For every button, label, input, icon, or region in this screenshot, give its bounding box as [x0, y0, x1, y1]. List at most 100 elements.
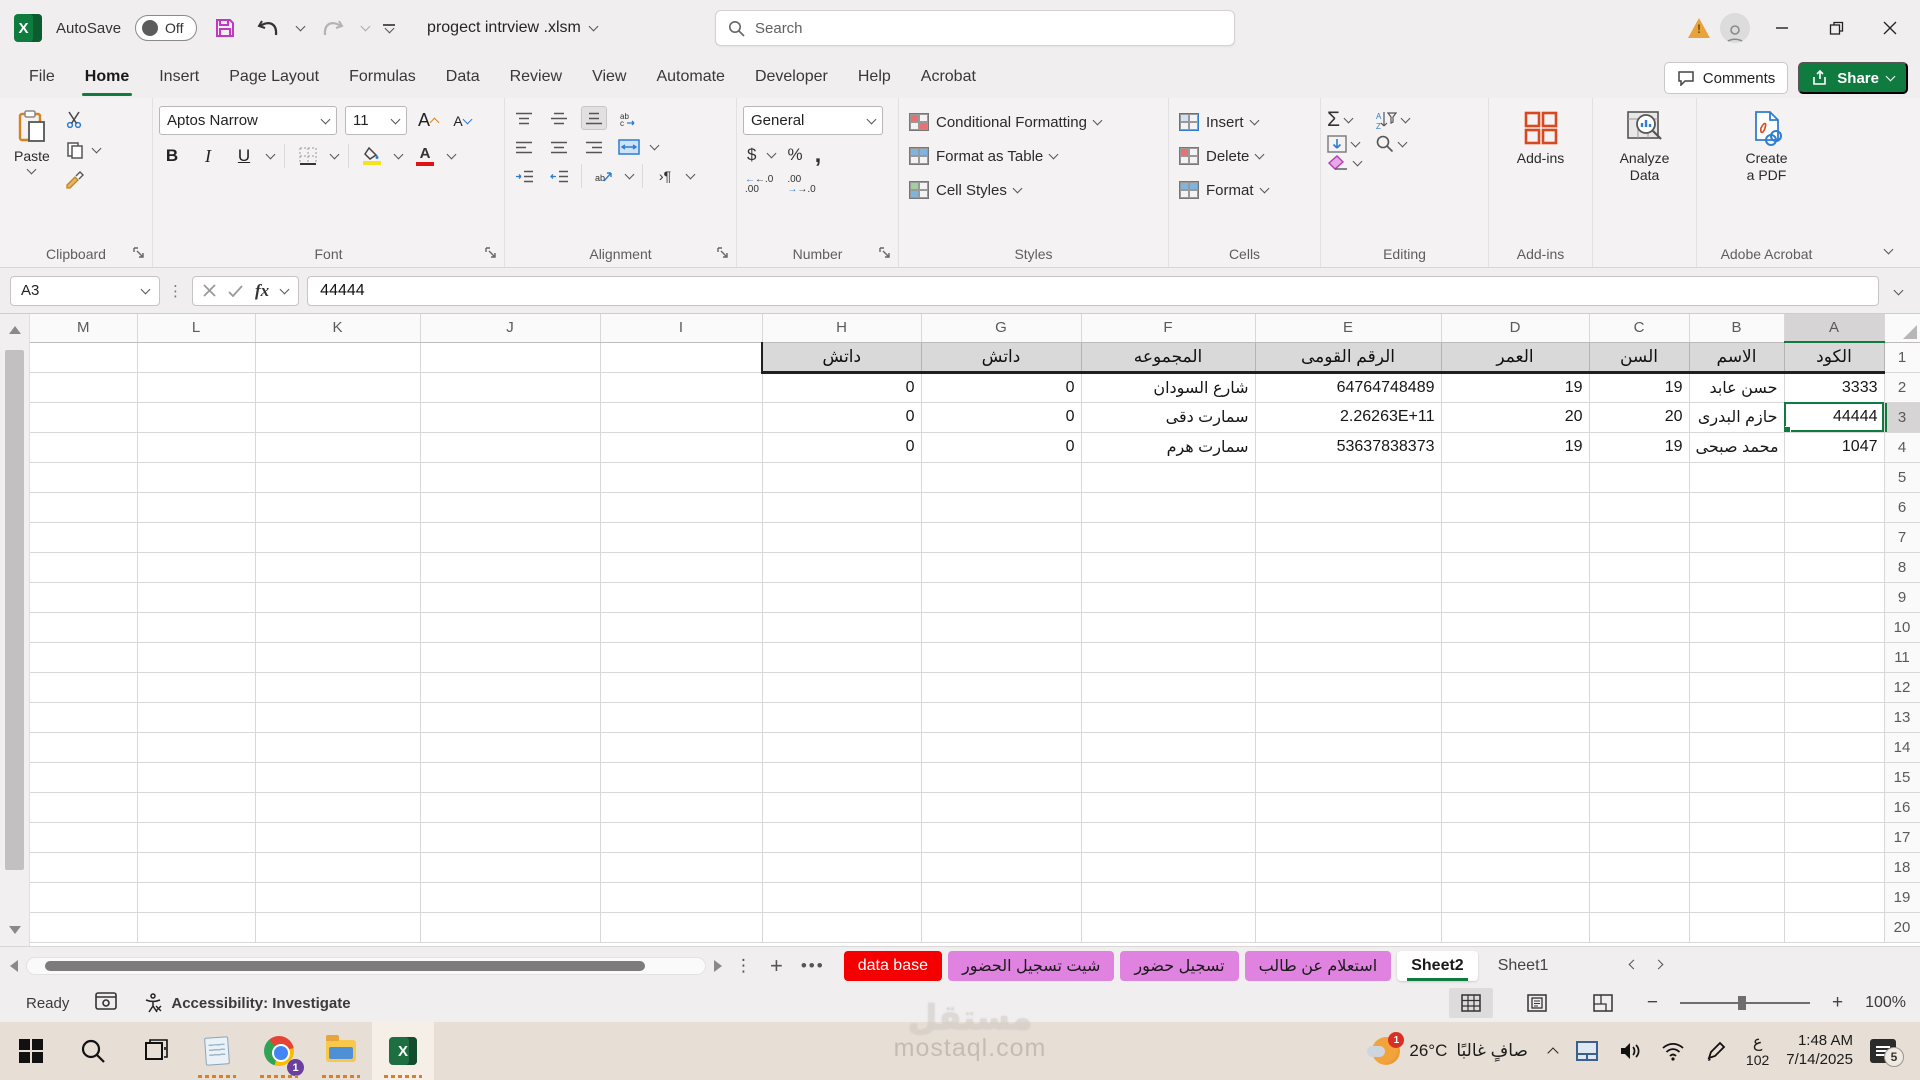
cell-D16[interactable]: [1441, 792, 1589, 822]
cell-B12[interactable]: [1689, 672, 1784, 702]
cell-K18[interactable]: [255, 852, 420, 882]
cell-L10[interactable]: [137, 612, 255, 642]
row-header-11[interactable]: 11: [1884, 642, 1920, 672]
col-header-C[interactable]: C: [1589, 314, 1689, 342]
ribbon-tab-automate[interactable]: Automate: [641, 56, 739, 98]
cell-M11[interactable]: [30, 642, 137, 672]
cell-I20[interactable]: [600, 912, 762, 942]
col-header-J[interactable]: J: [420, 314, 600, 342]
format-cells-button[interactable]: Format: [1175, 174, 1272, 206]
alignment-launcher[interactable]: [717, 245, 728, 261]
cell-M4[interactable]: [30, 432, 137, 462]
cell-I18[interactable]: [600, 852, 762, 882]
cell-G9[interactable]: [921, 582, 1081, 612]
ribbon-tab-acrobat[interactable]: Acrobat: [906, 56, 991, 98]
cell-D19[interactable]: [1441, 882, 1589, 912]
cell-J18[interactable]: [420, 852, 600, 882]
horizontal-scrollbar[interactable]: [26, 957, 706, 975]
cell-E10[interactable]: [1255, 612, 1441, 642]
col-header-G[interactable]: G: [921, 314, 1081, 342]
cell-L1[interactable]: [137, 342, 255, 372]
cell-I19[interactable]: [600, 882, 762, 912]
cell-D14[interactable]: [1441, 732, 1589, 762]
cell-F11[interactable]: [1081, 642, 1255, 672]
cell-H6[interactable]: [762, 492, 921, 522]
sheet-options-icon[interactable]: ⋮: [730, 956, 757, 976]
cell-A16[interactable]: [1784, 792, 1884, 822]
cell-F16[interactable]: [1081, 792, 1255, 822]
italic-button[interactable]: I: [195, 144, 221, 168]
format-as-table-button[interactable]: Format as Table: [905, 140, 1061, 172]
cell-E9[interactable]: [1255, 582, 1441, 612]
action-center-button[interactable]: 5: [1870, 1039, 1896, 1063]
align-left-icon[interactable]: [511, 135, 537, 159]
cell-C18[interactable]: [1589, 852, 1689, 882]
col-header-B[interactable]: B: [1689, 314, 1784, 342]
col-header-I[interactable]: I: [600, 314, 762, 342]
share-button[interactable]: Share: [1798, 62, 1908, 94]
cell-A3[interactable]: 44444: [1784, 402, 1884, 432]
fill-color-button[interactable]: [359, 144, 385, 168]
cell-C10[interactable]: [1589, 612, 1689, 642]
decrease-indent-icon[interactable]: [511, 164, 537, 188]
cell-C17[interactable]: [1589, 822, 1689, 852]
macro-record-icon[interactable]: [95, 992, 117, 1014]
cell-M16[interactable]: [30, 792, 137, 822]
cell-I12[interactable]: [600, 672, 762, 702]
cell-A9[interactable]: [1784, 582, 1884, 612]
cell-K5[interactable]: [255, 462, 420, 492]
cell-E12[interactable]: [1255, 672, 1441, 702]
cell-K3[interactable]: [255, 402, 420, 432]
notepad-taskbar-button[interactable]: [186, 1022, 248, 1080]
cell-M7[interactable]: [30, 522, 137, 552]
expand-formula-bar-icon[interactable]: [1894, 286, 1904, 296]
analyze-data-button[interactable]: AnalyzeData: [1612, 106, 1678, 188]
underline-button[interactable]: U: [231, 144, 257, 168]
cell-B6[interactable]: [1689, 492, 1784, 522]
touchpad-tray-icon[interactable]: [1574, 1038, 1600, 1064]
row-header-19[interactable]: 19: [1884, 882, 1920, 912]
cell-G15[interactable]: [921, 762, 1081, 792]
cell-H12[interactable]: [762, 672, 921, 702]
cell-I7[interactable]: [600, 522, 762, 552]
cell-F7[interactable]: [1081, 522, 1255, 552]
zoom-in-button[interactable]: +: [1832, 992, 1843, 1014]
cell-L17[interactable]: [137, 822, 255, 852]
cell-C3[interactable]: 20: [1589, 402, 1689, 432]
cell-J5[interactable]: [420, 462, 600, 492]
cell-I16[interactable]: [600, 792, 762, 822]
cell-E4[interactable]: 53637838373: [1255, 432, 1441, 462]
clear-button[interactable]: [1327, 155, 1361, 171]
cell-G17[interactable]: [921, 822, 1081, 852]
ribbon-tab-page-layout[interactable]: Page Layout: [214, 56, 334, 98]
cell-F15[interactable]: [1081, 762, 1255, 792]
cell-L5[interactable]: [137, 462, 255, 492]
cell-I14[interactable]: [600, 732, 762, 762]
vertical-scrollbar[interactable]: [0, 314, 30, 946]
cell-B19[interactable]: [1689, 882, 1784, 912]
cell-I1[interactable]: [600, 342, 762, 372]
quick-access-toolbar-button[interactable]: [383, 24, 395, 32]
col-header-A[interactable]: A: [1784, 314, 1884, 342]
cell-E20[interactable]: [1255, 912, 1441, 942]
cell-L11[interactable]: [137, 642, 255, 672]
cell-K13[interactable]: [255, 702, 420, 732]
cell-D6[interactable]: [1441, 492, 1589, 522]
cell-M12[interactable]: [30, 672, 137, 702]
hidden-icons-chevron[interactable]: [1547, 1047, 1558, 1058]
cell-H20[interactable]: [762, 912, 921, 942]
cell-I3[interactable]: [600, 402, 762, 432]
cell-B13[interactable]: [1689, 702, 1784, 732]
decrease-decimal-button[interactable]: .00→→.0: [787, 175, 815, 195]
cell-I10[interactable]: [600, 612, 762, 642]
cell-I13[interactable]: [600, 702, 762, 732]
cell-G4[interactable]: 0: [921, 432, 1081, 462]
cell-M1[interactable]: [30, 342, 137, 372]
align-middle-icon[interactable]: [546, 106, 572, 130]
cell-A10[interactable]: [1784, 612, 1884, 642]
cell-J17[interactable]: [420, 822, 600, 852]
number-format-select[interactable]: General: [743, 106, 883, 135]
cell-D11[interactable]: [1441, 642, 1589, 672]
cell-A7[interactable]: [1784, 522, 1884, 552]
col-header-L[interactable]: L: [137, 314, 255, 342]
